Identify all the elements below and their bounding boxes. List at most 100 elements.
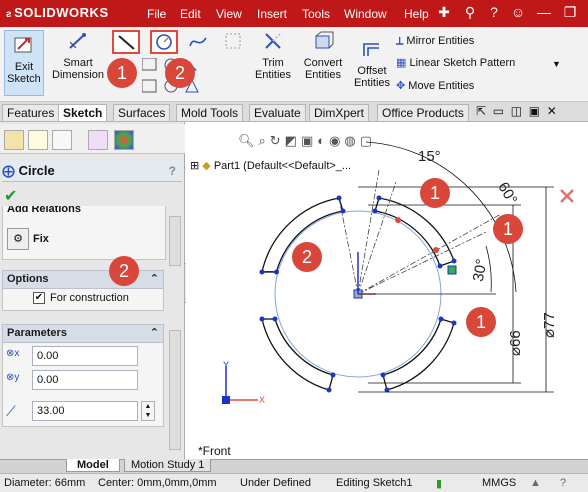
move-entities-button[interactable]: ✥ Move Entities	[396, 76, 474, 96]
sketch-arcs	[261, 210, 442, 376]
center-y-field[interactable]: 0.00	[32, 370, 138, 390]
radius-field[interactable]: 33.00	[32, 401, 138, 421]
callout-number: 1	[420, 178, 450, 208]
callout-number: 2	[109, 256, 139, 286]
scrollbar[interactable]	[169, 216, 181, 266]
units-dropdown-icon[interactable]: ▲	[530, 477, 541, 489]
trim-entities-icon	[265, 33, 281, 49]
search-icon[interactable]: ⚲	[462, 4, 478, 20]
grid-icon[interactable]	[224, 32, 242, 50]
triad-origin	[222, 396, 230, 404]
exit-sketch-icon	[14, 37, 32, 53]
menu-view[interactable]: View	[216, 7, 242, 21]
dim-diameter-66: ⌀66	[507, 330, 524, 356]
property-manager-icon[interactable]	[28, 130, 48, 150]
tab-evaluate[interactable]: Evaluate	[249, 104, 306, 121]
move-icon: ✥	[396, 80, 409, 92]
tab-dimxpert[interactable]: DimXpert	[309, 104, 370, 121]
menu-insert[interactable]: Insert	[257, 7, 287, 21]
line-icon	[118, 35, 135, 50]
callout-number: 1	[107, 58, 137, 88]
dim-angle-15: 15°	[418, 148, 441, 165]
linear-pattern-button[interactable]: ▦ Linear Sketch Pattern	[396, 53, 515, 73]
status-editing: Editing Sketch1	[336, 477, 413, 489]
arrow-icon: ⇱	[476, 104, 487, 118]
triad-x-label: X	[259, 395, 265, 405]
radius-icon: ⟋	[6, 403, 16, 419]
help-button[interactable]: ?	[169, 161, 176, 181]
menu-file[interactable]: File	[147, 7, 166, 21]
convert-entities-button[interactable]: Convert Entities	[300, 30, 346, 81]
help-status-icon[interactable]: ?	[560, 477, 566, 489]
viewport-window-controls[interactable]: ⇱ ▭ ◫ ▣ ✕	[476, 104, 557, 118]
mirror-icon: ⟂	[396, 35, 407, 47]
smart-dimension-icon	[69, 33, 86, 49]
circle-title: Circle	[18, 163, 55, 178]
tab-office-products[interactable]: Office Products	[377, 104, 469, 121]
exit-sketch-button[interactable]: Exit Sketch	[4, 30, 44, 96]
sketch-canvas[interactable]: 15° 60° 30° ⌀77 ⌀66 Y X *Front	[186, 122, 588, 462]
pin-icon[interactable]: ✚	[436, 4, 452, 20]
offset-entities-button[interactable]: Offset Entities	[352, 38, 392, 89]
exit-sketch-label: Exit Sketch	[7, 61, 41, 85]
panel-scrollbar[interactable]	[169, 330, 181, 450]
feature-manager-icon[interactable]	[4, 130, 24, 150]
ok-check-icon[interactable]: ✔	[4, 186, 17, 206]
menu-edit[interactable]: Edit	[180, 7, 201, 21]
callout-number: 2	[165, 58, 195, 88]
add-relations-section: Add Relations ⚙ Fix	[2, 206, 166, 260]
status-definition: Under Defined	[240, 477, 311, 489]
selected-point	[447, 265, 457, 275]
restore-icon[interactable]: ❐	[562, 4, 578, 20]
center-y-icon: ⊗y	[6, 372, 20, 383]
minimize-icon[interactable]: —	[536, 4, 552, 20]
line-tool-button[interactable]	[112, 30, 140, 54]
dimxpert-manager-icon[interactable]	[88, 130, 108, 150]
rebuild-indicator-icon[interactable]: ▮	[436, 477, 442, 490]
add-relations-title: Add Relations	[7, 206, 81, 215]
radius-spinner[interactable]: ▲ ▼	[141, 401, 155, 421]
mirror-entities-label: Mirror Entities	[406, 35, 475, 47]
status-units[interactable]: MMGS	[482, 477, 516, 489]
trim-entities-button[interactable]: Trim Entities	[252, 30, 294, 81]
configuration-manager-icon[interactable]	[52, 130, 72, 150]
circle-icon	[156, 34, 172, 50]
menu-tools[interactable]: Tools	[302, 7, 330, 21]
status-center: Center: 0mm,0mm,0mm	[98, 477, 217, 489]
view-orientation-label: *Front	[198, 444, 231, 458]
mirror-entities-button[interactable]: ⟂ Mirror Entities	[396, 31, 474, 51]
menu-help[interactable]: Help	[404, 7, 429, 21]
tab-surfaces[interactable]: Surfaces	[113, 104, 171, 121]
circle-tool-button[interactable]	[150, 30, 178, 54]
tab-motion-study[interactable]: Motion Study 1	[124, 459, 212, 472]
convert-entities-icon	[315, 31, 334, 49]
tab-sketch[interactable]: Sketch	[58, 104, 108, 121]
solidworks-logo[interactable]: ƨ SOLIDWORKS	[6, 5, 109, 20]
status-diameter: Diameter: 66mm	[4, 477, 86, 489]
circle-feature-icon: ⨁	[2, 163, 15, 178]
tab-mold-tools[interactable]: Mold Tools	[176, 104, 244, 121]
for-construction-checkbox[interactable]: ✔	[33, 292, 45, 304]
parameters-title: Parameters	[7, 327, 67, 339]
for-construction-label: For construction	[50, 292, 129, 304]
linear-pattern-dropdown-icon[interactable]: ▼	[552, 59, 561, 69]
fix-relation-label[interactable]: Fix	[33, 233, 49, 245]
center-x-icon: ⊗x	[6, 348, 20, 359]
help-icon[interactable]: ?	[486, 4, 502, 20]
callout-number: 1	[466, 307, 496, 337]
tab-model[interactable]: Model	[66, 459, 120, 472]
display-manager-icon[interactable]	[114, 130, 134, 150]
dim-diameter-77: ⌀77	[541, 312, 558, 338]
fix-relation-icon[interactable]: ⚙	[7, 228, 29, 250]
parameters-section-header[interactable]: Parameters ⌃	[2, 324, 164, 343]
spline-icon[interactable]	[188, 32, 208, 52]
dim-angle-60: 60°	[494, 179, 520, 207]
options-section-header[interactable]: Options ⌃	[2, 270, 164, 289]
close-view-icon: ✕	[546, 104, 557, 118]
smart-dimension-button[interactable]: Smart Dimension	[50, 30, 106, 81]
user-icon[interactable]: ☺	[510, 4, 526, 20]
menu-window[interactable]: Window	[344, 7, 387, 21]
maximize-view-icon: ▣	[528, 104, 541, 118]
center-x-field[interactable]: 0.00	[32, 346, 138, 366]
tab-features[interactable]: Features	[2, 104, 60, 121]
